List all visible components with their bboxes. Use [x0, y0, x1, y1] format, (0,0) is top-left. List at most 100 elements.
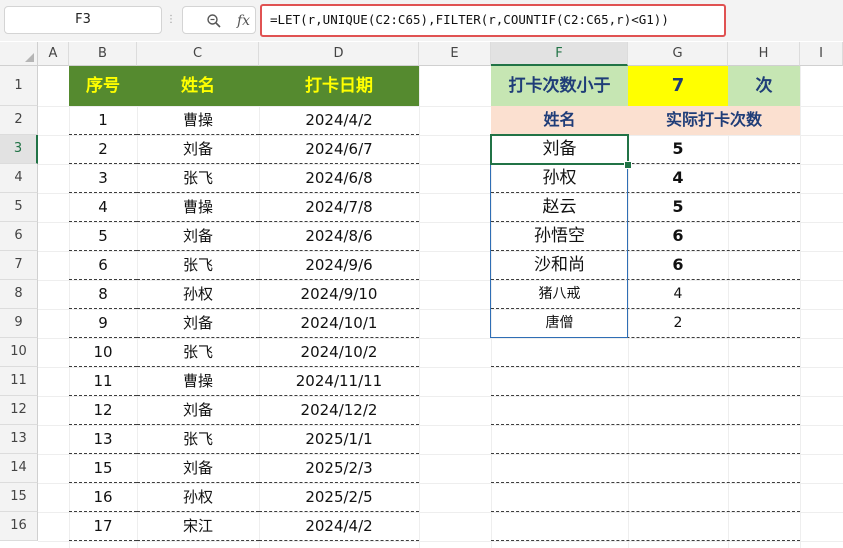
column-header-a[interactable]: A: [38, 42, 69, 66]
record-seq[interactable]: 12: [69, 396, 137, 425]
row-header-13[interactable]: 13: [0, 425, 38, 454]
magnifier-icon[interactable]: [206, 13, 222, 29]
grid-line: [38, 541, 843, 542]
column-header-f[interactable]: F: [491, 42, 628, 66]
result-name[interactable]: 刘备: [491, 135, 628, 164]
record-date[interactable]: 2024/12/2: [259, 396, 419, 425]
record-seq[interactable]: 4: [69, 193, 137, 222]
record-date[interactable]: 2024/4/2: [259, 512, 419, 541]
select-all-corner[interactable]: [0, 42, 38, 66]
row-header-6[interactable]: 6: [0, 222, 38, 251]
record-name[interactable]: 张飞: [137, 164, 259, 193]
row-header-4[interactable]: 4: [0, 164, 38, 193]
record-date[interactable]: 2024/10/2: [259, 338, 419, 367]
formula-input[interactable]: =LET(r,UNIQUE(C2:C65),FILTER(r,COUNTIF(C…: [260, 4, 726, 37]
record-seq[interactable]: 3: [69, 164, 137, 193]
row-header-9[interactable]: 9: [0, 309, 38, 338]
result-count[interactable]: 4: [628, 164, 728, 193]
result-name[interactable]: 猪八戒: [491, 280, 628, 309]
result-count[interactable]: 2: [628, 309, 728, 338]
record-name[interactable]: 刘备: [137, 454, 259, 483]
criteria-label[interactable]: 打卡次数小于: [491, 66, 628, 106]
result-name[interactable]: 孙悟空: [491, 222, 628, 251]
record-seq[interactable]: 1: [69, 106, 137, 135]
record-date[interactable]: 2024/6/8: [259, 164, 419, 193]
record-name[interactable]: 张飞: [137, 338, 259, 367]
row-header-16[interactable]: 16: [0, 512, 38, 541]
row-header-14[interactable]: 14: [0, 454, 38, 483]
row-header-1[interactable]: 1: [0, 66, 38, 106]
record-name[interactable]: 刘备: [137, 309, 259, 338]
record-seq[interactable]: 6: [69, 251, 137, 280]
record-seq[interactable]: 2: [69, 135, 137, 164]
result-count[interactable]: 6: [628, 251, 728, 280]
row-header-15[interactable]: 15: [0, 483, 38, 512]
header-seq: 序号: [69, 66, 137, 106]
record-date[interactable]: 2024/10/1: [259, 309, 419, 338]
vertical-dots-icon[interactable]: ⋮: [166, 6, 176, 34]
result-count[interactable]: 5: [628, 135, 728, 164]
row-header-3[interactable]: 3: [0, 135, 38, 164]
record-date[interactable]: 2025/2/5: [259, 483, 419, 512]
record-date[interactable]: 2024/4/2: [259, 106, 419, 135]
record-date[interactable]: 2024/6/7: [259, 135, 419, 164]
criteria-unit[interactable]: 次: [728, 66, 800, 106]
row-header-8[interactable]: 8: [0, 280, 38, 309]
result-header-name[interactable]: 姓名: [491, 106, 628, 135]
result-count[interactable]: 4: [628, 280, 728, 309]
record-name[interactable]: 曹操: [137, 367, 259, 396]
record-name[interactable]: 孙权: [137, 280, 259, 309]
result-name[interactable]: 唐僧: [491, 309, 628, 338]
column-header-g[interactable]: G: [628, 42, 728, 66]
record-name[interactable]: 曹操: [137, 106, 259, 135]
row-header-12[interactable]: 12: [0, 396, 38, 425]
record-seq[interactable]: 15: [69, 454, 137, 483]
record-seq[interactable]: 17: [69, 512, 137, 541]
record-seq[interactable]: 10: [69, 338, 137, 367]
row-header-10[interactable]: 10: [0, 338, 38, 367]
result-row-divider: [491, 424, 800, 425]
column-header-e[interactable]: E: [419, 42, 491, 66]
fx-icon[interactable]: fx: [237, 7, 250, 35]
result-count[interactable]: 6: [628, 222, 728, 251]
result-count[interactable]: 5: [628, 193, 728, 222]
result-header-count[interactable]: 实际打卡次数: [628, 106, 800, 135]
row-header-7[interactable]: 7: [0, 251, 38, 280]
record-name[interactable]: 刘备: [137, 135, 259, 164]
column-header-h[interactable]: H: [728, 42, 800, 66]
record-date[interactable]: 2025/1/1: [259, 425, 419, 454]
row-header-2[interactable]: 2: [0, 106, 38, 135]
record-seq[interactable]: 16: [69, 483, 137, 512]
record-date[interactable]: 2025/2/3: [259, 454, 419, 483]
record-date[interactable]: 2024/9/6: [259, 251, 419, 280]
result-name[interactable]: 赵云: [491, 193, 628, 222]
result-row-divider: [491, 482, 800, 483]
record-seq[interactable]: 9: [69, 309, 137, 338]
row-header-11[interactable]: 11: [0, 367, 38, 396]
result-name[interactable]: 孙权: [491, 164, 628, 193]
record-date[interactable]: 2024/8/6: [259, 222, 419, 251]
name-box[interactable]: F3: [4, 6, 162, 34]
record-name[interactable]: 曹操: [137, 193, 259, 222]
record-name[interactable]: 张飞: [137, 251, 259, 280]
record-date[interactable]: 2024/7/8: [259, 193, 419, 222]
result-name[interactable]: 沙和尚: [491, 251, 628, 280]
column-header-b[interactable]: B: [69, 42, 137, 66]
fill-handle[interactable]: [624, 161, 632, 169]
record-name[interactable]: 孙权: [137, 483, 259, 512]
record-seq[interactable]: 5: [69, 222, 137, 251]
column-header-c[interactable]: C: [137, 42, 259, 66]
record-name[interactable]: 刘备: [137, 222, 259, 251]
record-seq[interactable]: 13: [69, 425, 137, 454]
column-header-d[interactable]: D: [259, 42, 419, 66]
row-header-5[interactable]: 5: [0, 193, 38, 222]
record-date[interactable]: 2024/9/10: [259, 280, 419, 309]
record-name[interactable]: 宋江: [137, 512, 259, 541]
record-name[interactable]: 刘备: [137, 396, 259, 425]
record-seq[interactable]: 11: [69, 367, 137, 396]
record-date[interactable]: 2024/11/11: [259, 367, 419, 396]
criteria-value[interactable]: 7: [628, 66, 728, 106]
column-header-i[interactable]: I: [800, 42, 843, 66]
record-name[interactable]: 张飞: [137, 425, 259, 454]
record-seq[interactable]: 8: [69, 280, 137, 309]
